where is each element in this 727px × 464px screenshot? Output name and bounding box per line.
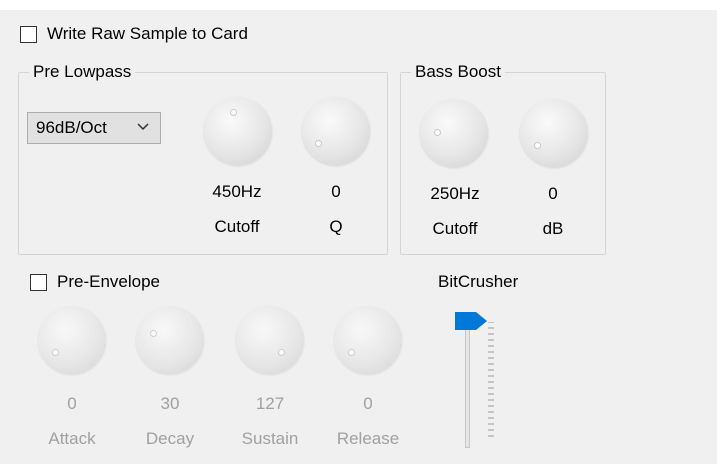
window-right-edge	[717, 0, 727, 464]
checkbox-box[interactable]	[20, 25, 37, 43]
window-top-edge	[0, 0, 727, 10]
write-raw-sample-label: Write Raw Sample to Card	[47, 24, 248, 43]
bass-cutoff-knob[interactable]	[420, 99, 488, 167]
bass-db-value: 0	[548, 184, 558, 203]
bass-boost-title: Bass Boost	[411, 61, 505, 83]
q-knob[interactable]	[302, 97, 370, 165]
bitcrusher-label: BitCrusher	[438, 272, 519, 291]
bass-boost-group: Bass Boost	[400, 61, 606, 255]
attack-label: Attack	[48, 429, 96, 448]
slope-dropdown[interactable]: 96dB/Oct	[27, 112, 161, 144]
decay-value: 30	[160, 394, 180, 413]
cutoff-knob[interactable]	[204, 97, 272, 165]
q-value: 0	[331, 182, 341, 201]
release-value: 0	[363, 394, 373, 413]
pre-envelope-label: Pre-Envelope	[57, 272, 161, 291]
cutoff-value: 450Hz	[212, 182, 262, 201]
bass-db-label: dB	[542, 219, 564, 238]
knob-indicator	[150, 330, 157, 337]
bass-db-knob[interactable]	[520, 99, 588, 167]
bass-cutoff-value: 250Hz	[430, 184, 480, 203]
chevron-down-icon	[137, 123, 149, 131]
checkbox-box[interactable]	[30, 273, 47, 291]
bitcrusher-slider-thumb[interactable]	[454, 310, 490, 332]
knob-indicator	[315, 140, 322, 147]
decay-label: Decay	[145, 429, 195, 448]
knob-indicator	[278, 349, 285, 356]
sustain-knob[interactable]	[236, 306, 304, 374]
write-raw-sample-checkbox[interactable]: Write Raw Sample to Card	[20, 24, 248, 44]
bitcrusher-slider-track[interactable]	[465, 320, 470, 448]
q-label: Q	[329, 217, 343, 236]
release-label: Release	[336, 429, 400, 448]
slope-value: 96dB/Oct	[36, 118, 107, 137]
sustain-value: 127	[255, 394, 285, 413]
sustain-label: Sustain	[241, 429, 299, 448]
knob-indicator	[348, 349, 355, 356]
attack-value: 0	[67, 394, 77, 413]
knob-indicator	[230, 109, 237, 116]
bass-cutoff-label: Cutoff	[432, 219, 478, 238]
attack-knob[interactable]	[38, 306, 106, 374]
release-knob[interactable]	[334, 306, 402, 374]
knob-indicator	[534, 142, 541, 149]
decay-knob[interactable]	[136, 306, 204, 374]
knob-indicator	[434, 129, 441, 136]
knob-indicator	[52, 349, 59, 356]
pre-envelope-checkbox[interactable]: Pre-Envelope	[30, 272, 160, 292]
cutoff-label: Cutoff	[214, 217, 260, 236]
slider-ticks	[488, 322, 494, 437]
pre-lowpass-title: Pre Lowpass	[29, 61, 136, 83]
